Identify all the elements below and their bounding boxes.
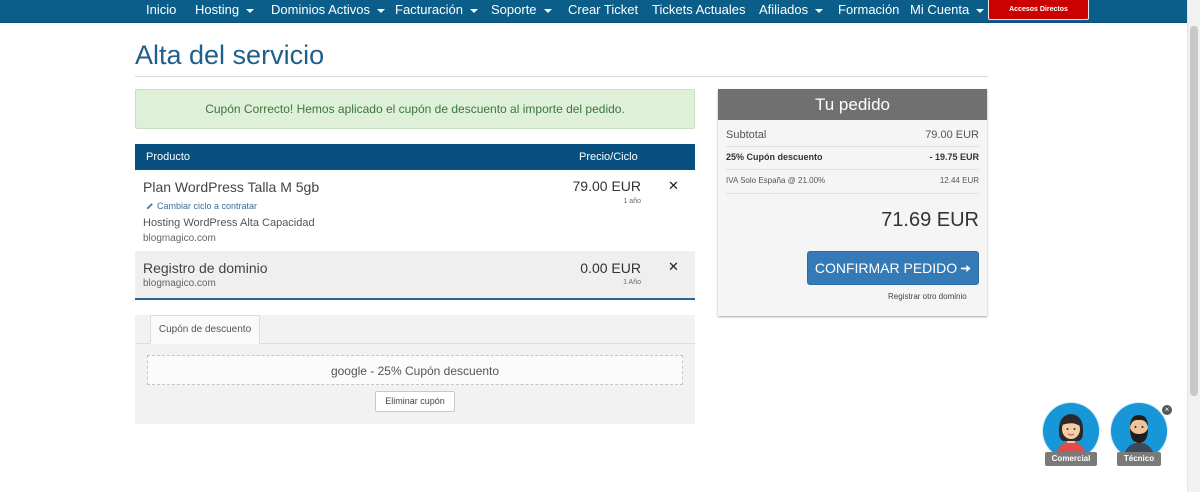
nav-item-formacion[interactable]: Formación — [838, 2, 899, 18]
column-header-price: Precio/Ciclo — [579, 151, 638, 163]
order-summary: Tu pedido Subtotal 79.00 EUR 25% Cupón d… — [718, 89, 987, 316]
product-cycle: 1 Año — [623, 279, 641, 286]
cart-table-header: Producto Precio/Ciclo — [135, 144, 695, 170]
column-header-product: Producto — [146, 151, 191, 163]
chevron-down-icon — [815, 8, 824, 13]
nav-item-facturacion[interactable]: Facturación — [395, 2, 478, 18]
nav-item-hosting[interactable]: Hosting — [195, 2, 255, 18]
chevron-down-icon — [976, 8, 985, 13]
nav-item-crear-ticket[interactable]: Crear Ticket — [568, 2, 638, 18]
page-title: Alta del servicio — [135, 40, 325, 70]
bearded-man-avatar-icon — [1123, 415, 1155, 459]
product-description: Hosting WordPress Alta Capacidad — [143, 217, 315, 229]
chevron-down-icon — [246, 8, 255, 13]
tax-row: IVA Solo España @ 21.00% 12.44 EUR — [726, 171, 979, 194]
nav-label: Hosting — [195, 2, 240, 17]
confirm-order-button[interactable]: CONFIRMAR PEDIDO — [807, 251, 979, 285]
close-icon[interactable]: × — [1162, 405, 1172, 415]
nav-label: Facturación — [395, 2, 463, 17]
nav-item-inicio[interactable]: Inicio — [146, 2, 176, 18]
chat-label-tecnico[interactable]: Técnico — [1117, 452, 1161, 466]
tax-value: 12.44 EUR — [939, 176, 979, 185]
coupon-panel: Cupón de descuento google - 25% Cupón de… — [135, 315, 695, 424]
cart-item-row: Plan WordPress Talla M 5gb Cambiar ciclo… — [135, 170, 695, 251]
woman-avatar-icon — [1055, 414, 1087, 459]
nav-item-tickets-actuales[interactable]: Tickets Actuales — [652, 2, 745, 18]
order-total: 71.69 EUR — [881, 209, 979, 231]
discount-value: - 19.75 EUR — [929, 152, 979, 162]
confirm-order-label: CONFIRMAR PEDIDO — [814, 260, 958, 276]
applied-coupon: google - 25% Cupón descuento — [147, 355, 683, 385]
nav-item-soporte[interactable]: Soporte — [491, 2, 552, 18]
chat-agent-tecnico[interactable] — [1111, 403, 1167, 459]
product-domain: blogmagico.com — [143, 278, 216, 289]
remove-coupon-button[interactable]: Eliminar cupón — [375, 391, 455, 412]
tax-label: IVA Solo España @ 21.00% — [726, 176, 826, 185]
register-other-domain-link[interactable]: Registrar otro dominio — [888, 292, 967, 301]
nav-item-afiliados[interactable]: Afiliados — [759, 2, 824, 18]
chevron-down-icon — [543, 8, 552, 13]
discount-row: 25% Cupón descuento - 19.75 EUR — [726, 147, 979, 170]
change-cycle-link[interactable]: Cambiar ciclo a contratar — [146, 201, 257, 211]
nav-item-mi-cuenta[interactable]: Mi Cuenta — [910, 2, 985, 18]
scrollbar-thumb[interactable] — [1190, 26, 1198, 396]
pencil-icon — [146, 203, 153, 210]
arrow-right-icon — [961, 264, 971, 273]
product-name: Plan WordPress Talla M 5gb — [143, 179, 320, 195]
close-icon[interactable]: ✕ — [668, 178, 679, 194]
cart-item-row: Registro de dominio blogmagico.com 0.00 … — [135, 251, 695, 300]
discount-label: 25% Cupón descuento — [726, 152, 823, 162]
nav-label: Mi Cuenta — [910, 2, 970, 17]
top-navbar: Inicio Hosting Dominios Activos Facturac… — [0, 0, 1200, 23]
product-name: Registro de dominio — [143, 260, 268, 276]
close-icon[interactable]: ✕ — [668, 259, 679, 275]
chevron-down-icon — [376, 8, 385, 13]
nav-label: Dominios Activos — [271, 2, 370, 17]
subtotal-value: 79.00 EUR — [925, 129, 979, 141]
vertical-scrollbar[interactable] — [1187, 0, 1200, 492]
subtotal-row: Subtotal 79.00 EUR — [726, 124, 979, 147]
order-summary-title: Tu pedido — [718, 89, 987, 120]
title-divider — [135, 76, 988, 77]
nav-label: Soporte — [491, 2, 537, 17]
chevron-down-icon — [469, 8, 478, 13]
tab-coupon[interactable]: Cupón de descuento — [150, 315, 260, 344]
change-cycle-label: Cambiar ciclo a contratar — [157, 201, 258, 211]
coupon-success-alert: Cupón Correcto! Hemos aplicado el cupón … — [135, 89, 695, 129]
subtotal-label: Subtotal — [726, 129, 767, 141]
product-cycle: 1 año — [623, 198, 641, 205]
chat-agent-comercial[interactable] — [1043, 403, 1099, 459]
product-price: 79.00 EUR — [572, 178, 641, 194]
nav-label: Afiliados — [759, 2, 809, 17]
product-price: 0.00 EUR — [580, 260, 641, 276]
nav-item-dominios-activos[interactable]: Dominios Activos — [271, 2, 385, 18]
product-domain: blogmagico.com — [143, 233, 216, 244]
accesos-directos-button[interactable]: Accesos Directos — [988, 0, 1089, 20]
chat-label-comercial[interactable]: Comercial — [1045, 452, 1097, 466]
